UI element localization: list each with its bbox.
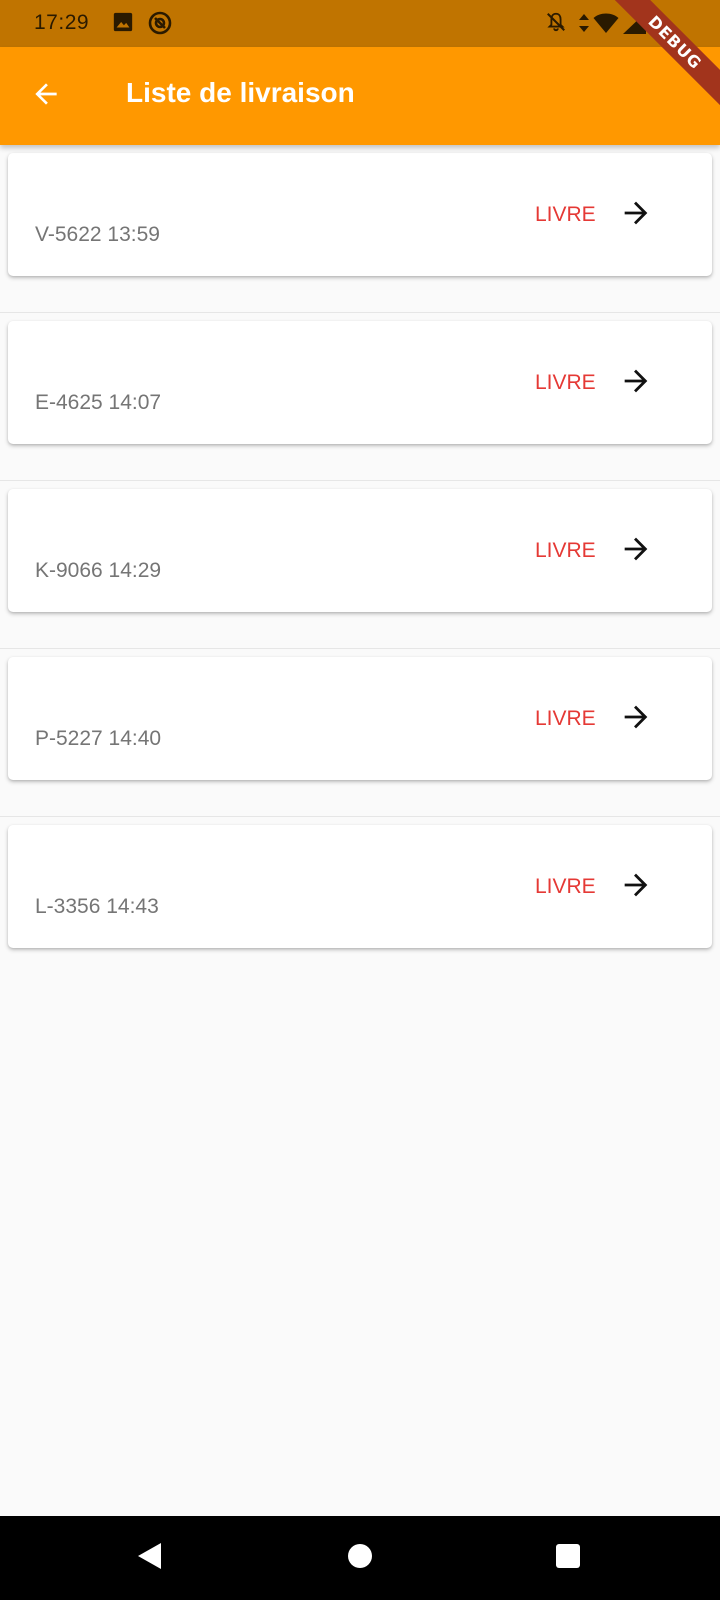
app-bar: Liste de livraison [0, 47, 720, 145]
delivery-status: LIVRE [535, 203, 596, 226]
nav-recents-button[interactable] [548, 1538, 588, 1578]
image-icon [112, 11, 134, 33]
list-item[interactable]: E-4625 14:07 LIVRE [0, 313, 720, 481]
delivery-status: LIVRE [535, 707, 596, 730]
system-nav-bar [0, 1516, 720, 1600]
arrow-back-icon [30, 78, 62, 115]
delivery-card[interactable]: K-9066 14:29 LIVRE [8, 489, 712, 612]
nav-home-button[interactable] [340, 1538, 380, 1578]
data-arrows-icon [578, 13, 590, 33]
arrow-forward-icon[interactable] [612, 525, 660, 573]
at-sign-icon [148, 11, 172, 35]
bell-off-icon [545, 11, 567, 33]
status-time: 17:29 [34, 11, 90, 34]
delivery-card[interactable]: P-5227 14:40 LIVRE [8, 657, 712, 780]
arrow-forward-icon[interactable] [612, 693, 660, 741]
back-triangle-icon [136, 1541, 164, 1576]
status-bar: 17:29 [0, 0, 720, 47]
delivery-status: LIVRE [535, 371, 596, 394]
home-circle-icon [347, 1543, 373, 1574]
list-item[interactable]: L-3356 14:43 LIVRE [0, 817, 720, 985]
delivery-label: K-9066 14:29 [35, 559, 162, 582]
nav-back-button[interactable] [130, 1538, 170, 1578]
back-button[interactable] [22, 72, 70, 120]
page-title: Liste de livraison [126, 77, 355, 108]
list-item[interactable]: K-9066 14:29 LIVRE [0, 481, 720, 649]
delivery-label: E-4625 14:07 [35, 391, 162, 414]
delivery-status: LIVRE [535, 875, 596, 898]
delivery-list: V-5622 13:59 LIVRE E-4625 14:07 LIVRE K-… [0, 145, 720, 985]
delivery-card[interactable]: V-5622 13:59 LIVRE [8, 153, 712, 276]
delivery-label: V-5622 13:59 [35, 223, 160, 246]
list-item[interactable]: V-5622 13:59 LIVRE [0, 145, 720, 313]
delivery-status: LIVRE [535, 539, 596, 562]
arrow-forward-icon[interactable] [612, 189, 660, 237]
recents-square-icon [555, 1543, 581, 1574]
arrow-forward-icon[interactable] [612, 357, 660, 405]
list-item[interactable]: P-5227 14:40 LIVRE [0, 649, 720, 817]
delivery-card[interactable]: L-3356 14:43 LIVRE [8, 825, 712, 948]
signal-icon [623, 12, 647, 34]
delivery-label: L-3356 14:43 [35, 895, 159, 918]
delivery-card[interactable]: E-4625 14:07 LIVRE [8, 321, 712, 444]
delivery-label: P-5227 14:40 [35, 727, 162, 750]
wifi-icon [593, 12, 619, 34]
arrow-forward-icon[interactable] [612, 861, 660, 909]
